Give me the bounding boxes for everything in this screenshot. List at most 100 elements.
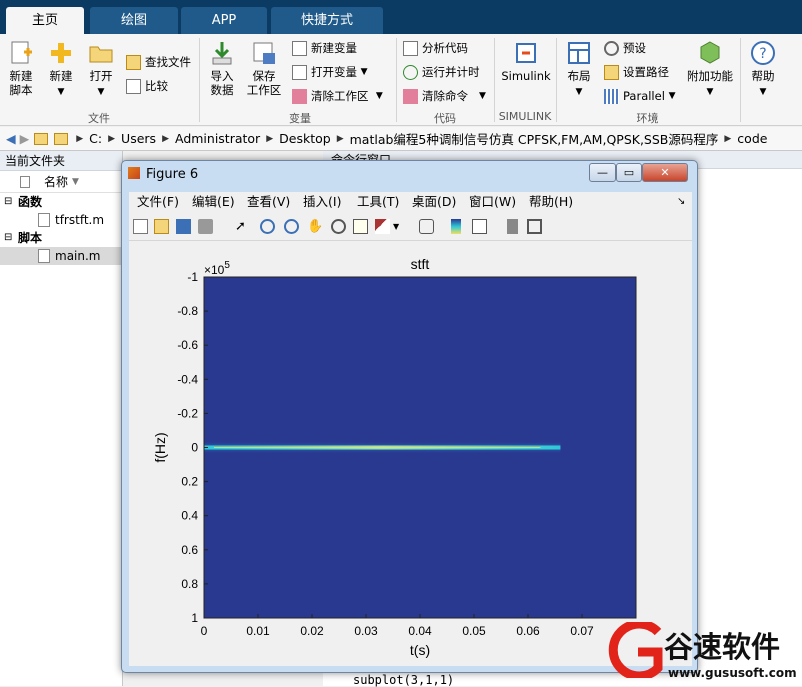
new-variable-label: 新建变量 (311, 41, 357, 55)
chart-title: stft (411, 256, 430, 272)
group-scripts[interactable]: ⊟ 脚本 (0, 229, 122, 247)
close-button[interactable]: ✕ (642, 163, 688, 182)
command-code-line: subplot(3,1,1) (353, 673, 455, 687)
dock-arrow-icon[interactable]: ↘ (677, 192, 685, 212)
menu-window[interactable]: 窗口(W) (469, 192, 516, 212)
open-button[interactable]: 打开 ▼ (86, 40, 116, 99)
menu-view[interactable]: 查看(V) (247, 192, 290, 212)
help-label: 帮助 (751, 69, 775, 83)
divider (396, 38, 397, 122)
layout-button[interactable]: 布局 ▼ (562, 40, 596, 99)
figure-title-bar: Figure 6 (128, 165, 198, 185)
pointer-icon[interactable]: ➚ (233, 219, 248, 234)
menu-insert[interactable]: 插入(I) (303, 192, 341, 212)
brush-dropdown-icon[interactable]: ▼ (393, 219, 401, 234)
tab-plots[interactable]: 绘图 (90, 7, 178, 34)
open-variable-button[interactable]: 打开变量 ▼ (292, 62, 368, 82)
menu-tools[interactable]: 工具(T) (357, 192, 399, 212)
parallel-label: Parallel (623, 89, 665, 103)
new-variable-icon (292, 40, 307, 56)
import-data-button[interactable]: 导入 数据 (205, 40, 239, 97)
zoom-out-icon[interactable] (284, 219, 299, 234)
crumb-administrator[interactable]: Administrator (175, 131, 260, 146)
crumb-users[interactable]: Users (121, 131, 156, 146)
y-axis-label: f(Hz) (152, 432, 168, 462)
new-script-button[interactable]: 新建 脚本 (4, 40, 38, 97)
pan-hand-icon[interactable]: ✋ (307, 219, 323, 234)
save-icon[interactable] (176, 219, 191, 234)
rotate-icon[interactable] (331, 219, 346, 234)
add-ons-label: 附加功能 (687, 69, 733, 83)
new-label: 新建 (49, 69, 73, 83)
help-icon: ? (751, 41, 775, 65)
save-workspace-button[interactable]: 保存 工作区 (245, 40, 283, 97)
parallel-button[interactable]: Parallel ▼ (604, 86, 675, 106)
chevron-right-icon: ▶ (724, 133, 732, 144)
group-functions[interactable]: ⊟ 函数 (0, 193, 122, 211)
minimize-button[interactable]: — (589, 163, 616, 182)
crumb-project[interactable]: matlab编程5种调制信号仿真 CPFSK,FM,AM,QPSK,SSB源码程… (350, 129, 719, 148)
clear-commands-button[interactable]: 清除命令 ▼ (403, 86, 486, 106)
x-axis-label: t(s) (410, 642, 430, 658)
colorbar-icon[interactable] (451, 219, 461, 234)
hide-plot-tools-icon[interactable] (507, 219, 518, 234)
figure-window: Figure 6 — ▭ ✕ 文件(F) 编辑(E) 查看(V) 插入(I) 工… (121, 160, 698, 673)
name-column-header[interactable]: 名称 ▼ (0, 171, 122, 193)
analyze-code-button[interactable]: 分析代码 (403, 38, 468, 58)
gear-icon (604, 40, 619, 56)
browse-folder-icon[interactable] (54, 132, 69, 145)
crumb-code[interactable]: code (737, 131, 767, 146)
new-variable-button[interactable]: 新建变量 (292, 38, 357, 58)
simulink-button[interactable]: Simulink (500, 40, 552, 83)
clear-workspace-label: 清除工作区 (311, 89, 369, 103)
add-ons-button[interactable]: 附加功能 ▼ (684, 40, 736, 99)
crumb-desktop[interactable]: Desktop (279, 131, 331, 146)
new-figure-icon[interactable] (133, 219, 148, 234)
preferences-button[interactable]: 预设 (604, 38, 646, 58)
run-and-time-button[interactable]: 运行并计时 (403, 62, 480, 82)
set-path-button[interactable]: 设置路径 (604, 62, 669, 82)
menu-file[interactable]: 文件(F) (137, 192, 179, 212)
y-tick-label: -0.4 (177, 372, 198, 386)
chevron-right-icon: ▶ (108, 133, 116, 144)
up-folder-icon[interactable] (34, 132, 49, 145)
back-arrow-icon[interactable]: ◀ (6, 131, 16, 146)
file-item-tfrstft[interactable]: tfrstft.m (0, 211, 122, 229)
tab-shortcuts[interactable]: 快捷方式 (271, 7, 383, 34)
stft-chart[interactable]: 0 0.01 0.02 0.03 0.04 0.05 0.06 0.07 -1 -0.8 -0.6 -… (129, 241, 692, 666)
open-file-icon[interactable] (154, 219, 169, 234)
tab-apps[interactable]: APP (181, 7, 267, 34)
find-folder-icon (126, 54, 141, 70)
crumb-c[interactable]: C: (89, 131, 102, 146)
link-plot-icon[interactable] (419, 219, 434, 234)
menu-edit[interactable]: 编辑(E) (192, 192, 235, 212)
parallel-icon (604, 88, 619, 104)
forward-arrow-icon[interactable]: ▶ (20, 131, 30, 146)
compare-button[interactable]: 比较 (126, 76, 168, 96)
find-files-button[interactable]: 查找文件 (126, 52, 191, 72)
maximize-button[interactable]: ▭ (616, 163, 642, 182)
menu-help[interactable]: 帮助(H) (529, 192, 573, 212)
preferences-label: 预设 (623, 41, 646, 55)
clear-workspace-button[interactable]: 清除工作区 ▼ (292, 86, 383, 106)
add-ons-icon (700, 41, 720, 64)
figure-canvas: 0 0.01 0.02 0.03 0.04 0.05 0.06 0.07 -1 -0.8 -0.6 -… (129, 241, 692, 666)
group-code-label: 代码 (434, 112, 456, 125)
script-file-icon (38, 249, 50, 263)
brush-icon[interactable] (375, 219, 390, 234)
zoom-in-icon[interactable] (260, 219, 275, 234)
x-tick-label: 0.02 (300, 624, 324, 638)
tab-home[interactable]: 主页 (6, 7, 84, 34)
print-icon[interactable] (198, 219, 213, 234)
new-button[interactable]: 新建 ▼ (46, 40, 76, 99)
legend-icon[interactable] (472, 219, 487, 234)
file-item-main[interactable]: main.m (0, 247, 122, 265)
y-tick-label: 0.6 (181, 543, 198, 557)
menu-desktop[interactable]: 桌面(D) (412, 192, 456, 212)
show-plot-tools-icon[interactable] (527, 219, 542, 234)
help-button[interactable]: ? 帮助 ▼ (746, 40, 780, 99)
file-name: tfrstft.m (55, 213, 105, 227)
chevron-right-icon: ▶ (76, 133, 84, 144)
data-cursor-icon[interactable] (353, 219, 368, 234)
divider (494, 38, 495, 122)
